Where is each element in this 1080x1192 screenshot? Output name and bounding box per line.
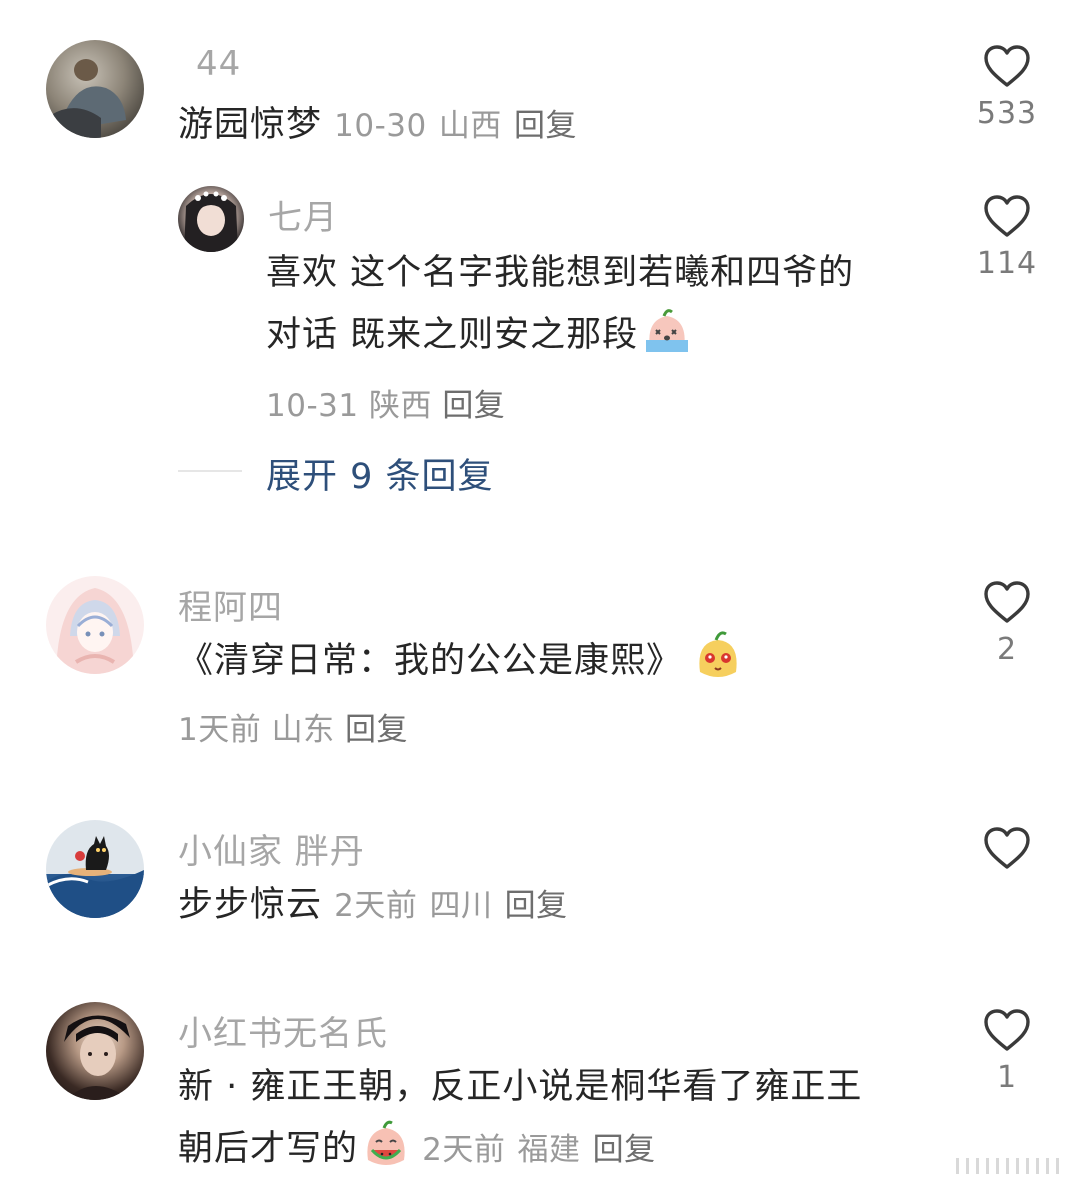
comment-text: 步步惊云 2天前 四川 回复 bbox=[178, 874, 568, 937]
like-button[interactable] bbox=[967, 826, 1047, 878]
heart-outline-icon bbox=[984, 1009, 1030, 1051]
comment-body: 游园惊梦 bbox=[178, 105, 323, 145]
like-count: 2 bbox=[996, 632, 1018, 667]
watermark bbox=[956, 1154, 1066, 1182]
comment-location: 福建 bbox=[517, 1132, 581, 1168]
like-count: 114 bbox=[976, 246, 1038, 281]
reply-button[interactable]: 回复 bbox=[505, 888, 568, 924]
comment-author[interactable]: 小仙家 胖丹 bbox=[178, 824, 365, 873]
heart-outline-icon bbox=[984, 45, 1030, 87]
like-button[interactable]: 114 bbox=[967, 194, 1047, 281]
reply-button[interactable]: 回复 bbox=[442, 388, 505, 424]
avatar[interactable] bbox=[178, 186, 244, 252]
reply-button[interactable]: 回复 bbox=[514, 108, 577, 144]
comment-location: 四川 bbox=[429, 888, 493, 924]
heart-outline-icon bbox=[984, 827, 1030, 869]
comment-body-line: 对话 既来之则安之那段 bbox=[266, 315, 639, 355]
comment-body-line: 新 · 雍正王朝，反正小说是桐华看了雍正王 bbox=[178, 1067, 863, 1107]
crying-peach-emoji bbox=[642, 308, 692, 374]
like-button[interactable]: 533 bbox=[967, 44, 1047, 131]
like-count: 1 bbox=[996, 1060, 1018, 1095]
reply-button[interactable]: 回复 bbox=[345, 712, 408, 748]
expand-replies-button[interactable]: 展开 9 条回复 bbox=[266, 448, 494, 499]
like-button[interactable]: 1 bbox=[967, 1008, 1047, 1095]
avatar[interactable] bbox=[46, 40, 144, 138]
comment-text: 对话 既来之则安之那段 bbox=[266, 304, 692, 374]
comment-text: 游园惊梦 10-30 山西 回复 bbox=[178, 94, 577, 157]
comment-location: 山东 bbox=[271, 712, 335, 748]
comment-body: 《清穿日常：我的公公是康熙》 bbox=[178, 641, 683, 681]
avatar[interactable] bbox=[46, 576, 144, 674]
comment-date: 1天前 bbox=[178, 712, 262, 748]
comment-text: 朝后才写的 2天前 福建 回复 bbox=[178, 1118, 656, 1188]
comment-meta: 1天前 山东 回复 bbox=[178, 704, 408, 749]
comment-body-line: 朝后才写的 bbox=[178, 1129, 359, 1169]
comment-date: 10-30 bbox=[334, 108, 427, 144]
avatar[interactable] bbox=[46, 1002, 144, 1100]
comment-date: 10-31 bbox=[266, 388, 359, 424]
comment-author[interactable]: 七月 bbox=[268, 190, 338, 239]
heart-outline-icon bbox=[984, 195, 1030, 237]
comment-date: 2天前 bbox=[334, 888, 418, 924]
divider bbox=[178, 470, 242, 472]
comment-body-line: 喜欢 这个名字我能想到若曦和四爷的 bbox=[266, 253, 855, 293]
peach-face-emoji bbox=[694, 630, 742, 700]
comment-author[interactable]: 44 bbox=[196, 44, 241, 84]
peach-eating-watermelon-emoji bbox=[362, 1120, 410, 1188]
heart-outline-icon bbox=[984, 581, 1030, 623]
comment-date: 2天前 bbox=[422, 1132, 506, 1168]
comment-author[interactable]: 小红书无名氏 bbox=[178, 1006, 388, 1055]
like-button[interactable]: 2 bbox=[967, 580, 1047, 667]
like-count: 533 bbox=[976, 96, 1038, 131]
reply-button[interactable]: 回复 bbox=[593, 1132, 656, 1168]
avatar[interactable] bbox=[46, 820, 144, 918]
comment-author[interactable]: 程阿四 bbox=[178, 580, 283, 629]
comment-location: 陕西 bbox=[368, 388, 432, 424]
comment-location: 山西 bbox=[438, 108, 502, 144]
comment-meta: 10-31 陕西 回复 bbox=[266, 380, 505, 425]
comment-body: 步步惊云 bbox=[178, 885, 323, 925]
comment-text: 《清穿日常：我的公公是康熙》 bbox=[178, 630, 742, 700]
